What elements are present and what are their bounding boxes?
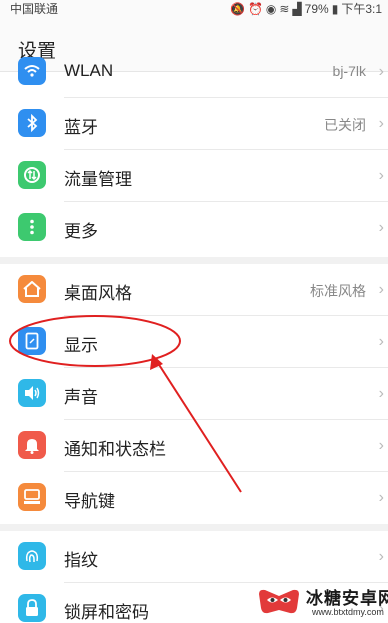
settings-item-label: WLAN (64, 61, 114, 80)
settings-item-data-usage[interactable]: 流量管理 › (0, 150, 388, 202)
status-icons: 🔕 ⏰ ◉ ≋ ▟ 79% ▮ 下午3:1 (230, 0, 382, 17)
battery-icon: ▮ (331, 1, 339, 16)
chevron-right-icon: › (378, 437, 384, 454)
settings-item-wlan[interactable]: WLAN bj-7lk › (0, 46, 388, 98)
chevron-right-icon: › (378, 219, 384, 236)
chevron-right-icon: › (378, 548, 384, 565)
chevron-right-icon: › (378, 115, 384, 132)
settings-item-sound[interactable]: 声音 › (0, 368, 388, 420)
eye-icon: ◉ (265, 1, 277, 16)
settings-item-label: 蓝牙 (64, 118, 98, 137)
settings-item-value: 已关闭 (324, 117, 366, 133)
settings-item-label: 流量管理 (64, 170, 132, 189)
wifi-signal-icon: ≋ (279, 1, 290, 16)
settings-item-label: 锁屏和密码 (64, 603, 149, 622)
settings-item-home-style[interactable]: 桌面风格 标准风格 › (0, 264, 388, 316)
nav-key-icon (18, 483, 46, 511)
settings-item-more[interactable]: 更多 › (0, 202, 388, 254)
more-icon (18, 213, 46, 241)
settings-item-label: 通知和状态栏 (64, 440, 166, 459)
settings-item-value: bj-7lk (332, 63, 366, 79)
lock-icon (18, 594, 46, 622)
settings-group-display: 桌面风格 标准风格 › 显示 › 声音 › 通知和状态栏 › 导航键 › (0, 264, 388, 524)
status-bar: 中国联通 🔕 ⏰ ◉ ≋ ▟ 79% ▮ 下午3:1 (0, 0, 388, 16)
chevron-right-icon: › (378, 167, 384, 184)
settings-item-label: 声音 (64, 388, 98, 407)
settings-item-nav-key[interactable]: 导航键 › (0, 472, 388, 524)
settings-item-label: 更多 (64, 222, 98, 241)
battery-percent: 79% (304, 1, 329, 16)
settings-item-label: 桌面风格 (64, 284, 132, 303)
sound-icon (18, 379, 46, 407)
bluetooth-icon (18, 109, 46, 137)
settings-item-label: 导航键 (64, 492, 115, 511)
settings-item-value: 标准风格 (310, 283, 366, 299)
fingerprint-icon (18, 542, 46, 570)
chevron-right-icon: › (378, 489, 384, 506)
notification-icon (18, 431, 46, 459)
cell-signal-icon: ▟ (292, 1, 302, 16)
chevron-right-icon: › (378, 281, 384, 298)
settings-group-network: WLAN bj-7lk › 蓝牙 已关闭 › 流量管理 › 更多 › (0, 57, 388, 257)
alarm-icon: ⏰ (247, 1, 263, 16)
home-style-icon (18, 275, 46, 303)
watermark: 冰糖安卓网 www.btxtdmy.com (256, 580, 388, 623)
chevron-right-icon: › (378, 385, 384, 402)
settings-item-notifications[interactable]: 通知和状态栏 › (0, 420, 388, 472)
chevron-right-icon: › (378, 63, 384, 80)
wifi-icon (18, 57, 46, 85)
data-usage-icon (18, 161, 46, 189)
display-icon (18, 327, 46, 355)
settings-item-label: 指纹 (64, 551, 98, 570)
clock: 下午3:1 (341, 2, 382, 16)
chevron-right-icon: › (378, 333, 384, 350)
settings-item-label: 显示 (64, 336, 98, 355)
watermark-url: www.btxtdmy.com (312, 607, 384, 617)
settings-item-display[interactable]: 显示 › (0, 316, 388, 368)
mute-icon: 🔕 (229, 1, 245, 16)
settings-item-fingerprint[interactable]: 指纹 › (0, 531, 388, 583)
settings-item-bluetooth[interactable]: 蓝牙 已关闭 › (0, 98, 388, 150)
watermark-title: 冰糖安卓网 (306, 589, 388, 608)
watermark-logo-icon (259, 589, 299, 614)
carrier-name: 中国联通 (10, 2, 59, 16)
